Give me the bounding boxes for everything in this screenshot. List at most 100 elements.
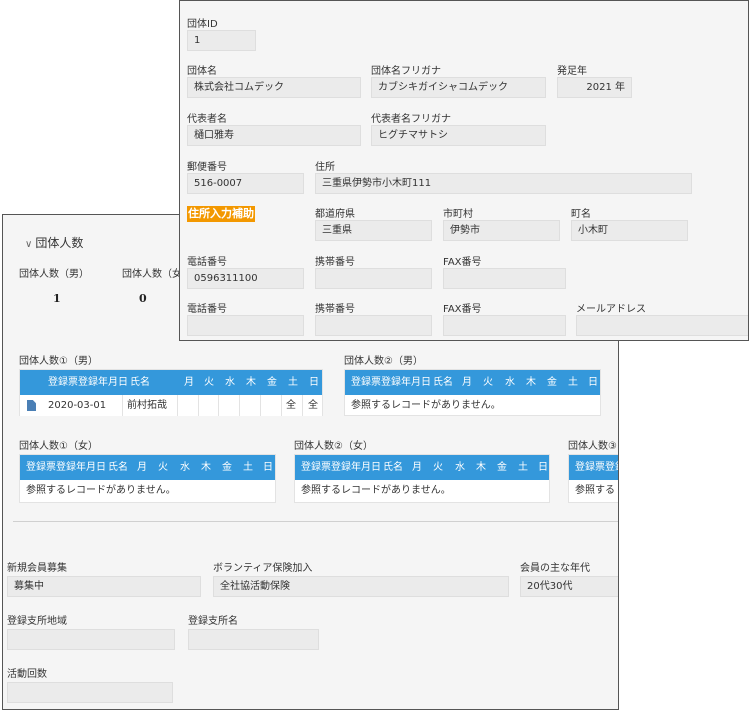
row-date: 2020-03-01: [48, 400, 107, 411]
mobile-label: 携帯番号: [315, 257, 355, 268]
col-date: 登録票登録年月日: [301, 462, 381, 473]
empty-message: 参照するレコードがありません。: [26, 485, 176, 496]
rep-field[interactable]: 樋口雅寿: [187, 125, 361, 146]
fax-field[interactable]: [443, 268, 566, 289]
address-assist-button[interactable]: 住所入力補助: [187, 206, 255, 222]
tel-field[interactable]: 0596311100: [187, 268, 304, 289]
col-fri: 金: [547, 377, 557, 388]
age-field[interactable]: 20代30代: [520, 576, 618, 597]
chevron-down-icon: ∨: [25, 239, 33, 250]
col-sat: 土: [288, 377, 298, 388]
col-name: 氏名: [108, 462, 128, 473]
zip-label: 郵便番号: [187, 162, 227, 173]
mail-field[interactable]: [576, 315, 748, 336]
document-icon[interactable]: [27, 400, 36, 411]
mobile-field[interactable]: [315, 268, 432, 289]
tel-label: 電話番号: [187, 257, 227, 268]
subtable-male-1: 登録票登録年月日 氏名 月 火 水 木 金 土 日 2020-03-01 前村拓…: [19, 369, 323, 416]
recruit-field[interactable]: 募集中: [7, 576, 201, 597]
address-label: 住所: [315, 162, 335, 173]
age-label: 会員の主な年代: [520, 563, 590, 574]
col-tue: 火: [483, 377, 493, 388]
town-label: 町名: [571, 209, 591, 220]
year-field[interactable]: 2021 年: [557, 77, 632, 98]
section-title: 団体人数: [35, 236, 84, 250]
col-wed: 水: [505, 377, 515, 388]
col-thu: 木: [526, 377, 536, 388]
divider: [13, 521, 618, 522]
branch-name-label: 登録支所名: [188, 616, 238, 627]
empty-message: 参照するレコードがありません。: [351, 400, 501, 411]
subtable-female-2: 登録票登録年月日 氏名 月 火 水 木 金 土 日 参照するレコードがありません…: [294, 454, 550, 503]
col-mon: 月: [412, 462, 422, 473]
count-male-label: 団体人数（男）: [19, 269, 89, 280]
fax-label: FAX番号: [443, 257, 482, 268]
id-label: 団体ID: [187, 19, 218, 30]
insurance-label: ボランティア保険加入: [213, 563, 313, 574]
col-fri: 金: [497, 462, 507, 473]
col-thu: 木: [246, 377, 256, 388]
tel2-field[interactable]: [187, 315, 304, 336]
col-sun: 日: [263, 462, 273, 473]
subtable-header: 登録票登録年月日: [569, 455, 618, 480]
recruit-label: 新規会員募集: [7, 563, 67, 574]
section-header-group-count[interactable]: ∨ 団体人数: [25, 234, 83, 251]
pref-field[interactable]: 三重県: [315, 220, 432, 241]
subtable-header: 登録票登録年月日 氏名 月 火 水 木 金 土 日: [20, 455, 275, 480]
rep-kana-label: 代表者名フリガナ: [371, 114, 451, 125]
name-kana-label: 団体名フリガナ: [371, 66, 441, 77]
col-sat: 土: [243, 462, 253, 473]
pref-label: 都道府県: [315, 209, 355, 220]
subtable-female-3: 登録票登録年月日 参照する: [568, 454, 618, 503]
subtable-male-2: 登録票登録年月日 氏名 月 火 水 木 金 土 日 参照するレコードがありません…: [344, 369, 601, 416]
subtable-3-title: 団体人数①（女）: [19, 441, 98, 452]
col-wed: 水: [180, 462, 190, 473]
mobile2-label: 携帯番号: [315, 304, 355, 315]
rep-label: 代表者名: [187, 114, 227, 125]
col-date: 登録票登録年月日: [26, 462, 106, 473]
empty-message: 参照する: [575, 485, 615, 496]
fax2-field[interactable]: [443, 315, 566, 336]
name-kana-field[interactable]: カブシキガイシャコムデック: [371, 77, 546, 98]
fax2-label: FAX番号: [443, 304, 482, 315]
col-thu: 木: [201, 462, 211, 473]
col-wed: 水: [225, 377, 235, 388]
activity-field[interactable]: [7, 682, 173, 703]
mail-label: メールアドレス: [576, 304, 646, 315]
city-field[interactable]: 伊勢市: [443, 220, 560, 241]
col-sat: 土: [518, 462, 528, 473]
col-fri: 金: [222, 462, 232, 473]
row-sat: 全: [286, 400, 296, 411]
address-field[interactable]: 三重県伊勢市小木町111: [315, 173, 692, 194]
subtable-5-title: 団体人数③: [568, 441, 617, 452]
row-sun: 全: [308, 400, 318, 411]
branch-name-field[interactable]: [188, 629, 319, 650]
col-mon: 月: [137, 462, 147, 473]
zip-field[interactable]: 516-0007: [187, 173, 304, 194]
table-row[interactable]: 2020-03-01 前村拓哉 全 全: [20, 395, 322, 416]
rep-kana-field[interactable]: ヒグチマサトシ: [371, 125, 546, 146]
branch-area-label: 登録支所地域: [7, 616, 67, 627]
col-name: 氏名: [383, 462, 403, 473]
count-female-label: 団体人数（女: [122, 269, 182, 280]
name-field[interactable]: 株式会社コムデック: [187, 77, 361, 98]
col-tue: 火: [204, 377, 214, 388]
id-field[interactable]: 1: [187, 30, 256, 51]
subtable-4-title: 団体人数②（女）: [294, 441, 373, 452]
col-date: 登録票登録年月日: [351, 377, 431, 388]
year-label: 発足年: [557, 66, 587, 77]
col-mon: 月: [462, 377, 472, 388]
subtable-header: 登録票登録年月日 氏名 月 火 水 木 金 土 日: [345, 370, 600, 395]
empty-message: 参照するレコードがありません。: [301, 485, 451, 496]
subtable-female-1: 登録票登録年月日 氏名 月 火 水 木 金 土 日 参照するレコードがありません…: [19, 454, 276, 503]
activity-label: 活動回数: [7, 669, 47, 680]
col-thu: 木: [476, 462, 486, 473]
group-info-panel: 団体ID 1 団体名 株式会社コムデック 団体名フリガナ カブシキガイシャコムデ…: [179, 0, 749, 341]
col-name: 氏名: [433, 377, 453, 388]
town-field[interactable]: 小木町: [571, 220, 688, 241]
mobile2-field[interactable]: [315, 315, 432, 336]
branch-area-field[interactable]: [7, 629, 175, 650]
col-sun: 日: [538, 462, 548, 473]
subtable-header: 登録票登録年月日 氏名 月 火 水 木 金 土 日: [20, 370, 322, 395]
insurance-field[interactable]: 全社協活動保険: [213, 576, 509, 597]
